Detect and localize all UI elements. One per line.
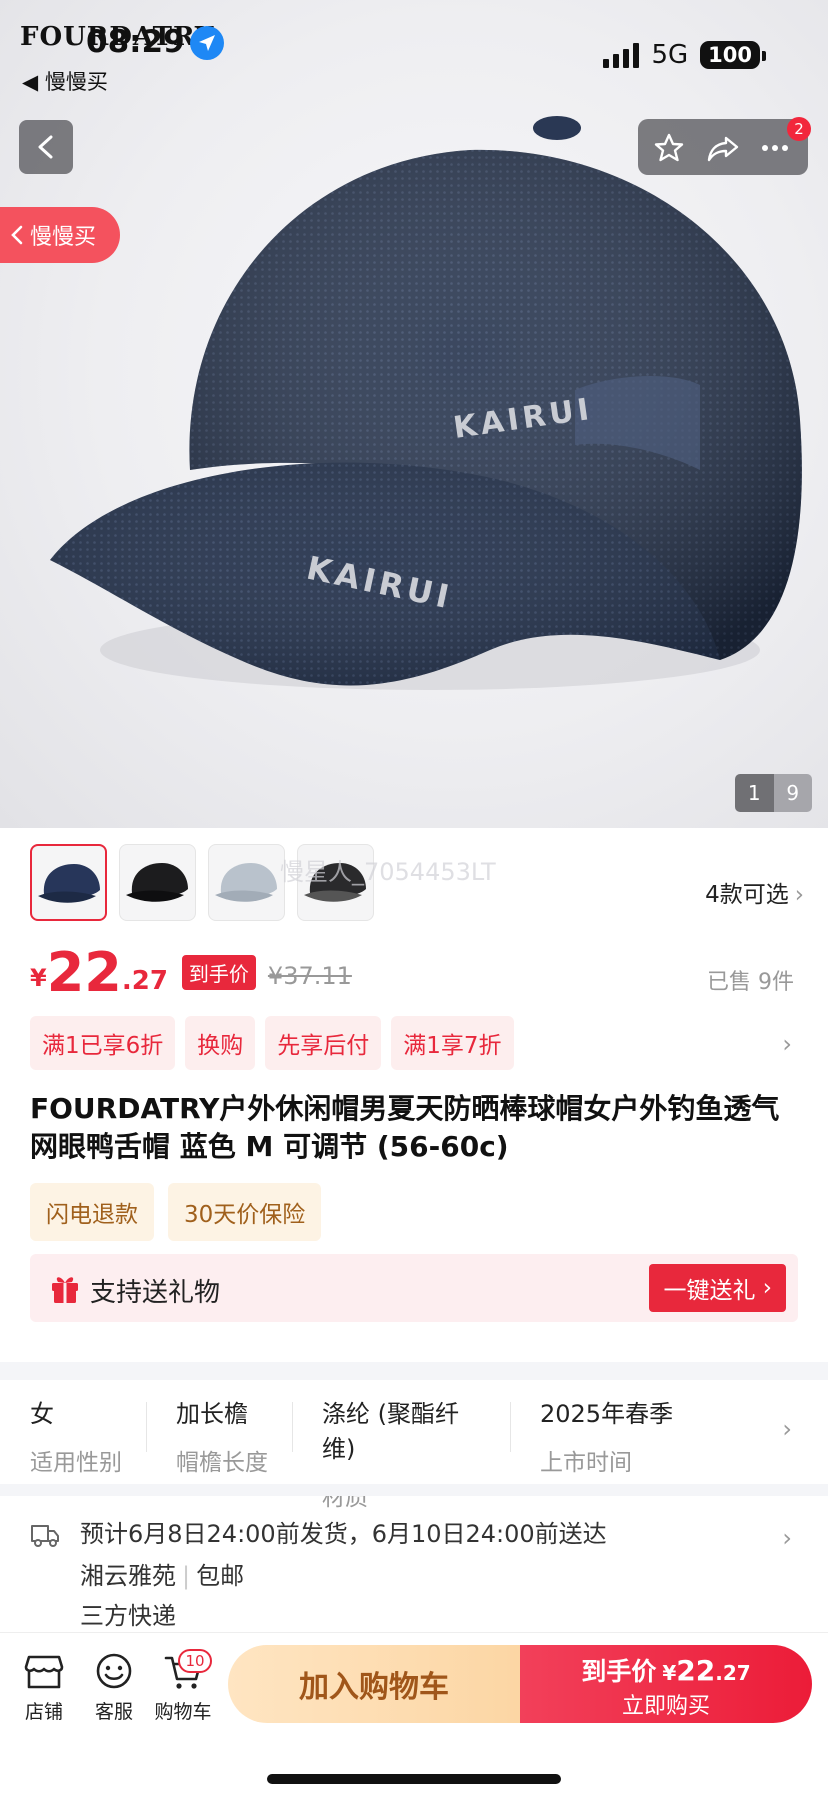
chevron-right-icon: ›: [794, 882, 804, 908]
buy-now-label: 立即购买: [621, 1694, 710, 1719]
attribute-key: 上市时间: [540, 1450, 632, 1476]
send-gift-label: 一键送礼: [663, 1278, 756, 1304]
variant-count-label: 4款可选: [705, 882, 789, 908]
message-badge: 2: [787, 117, 811, 141]
attribute-item: 女 适用性别: [0, 1382, 146, 1482]
cap-thumb-image: [126, 863, 188, 902]
final-price-tag: 到手价: [181, 955, 256, 990]
price-row: ¥ 22 .27 到手价 ¥37.11: [30, 946, 352, 1000]
shop-button[interactable]: 店铺: [12, 1653, 76, 1724]
original-price: ¥37.11: [267, 962, 352, 990]
send-gift-button[interactable]: 一键送礼 ›: [649, 1264, 786, 1312]
more-icon[interactable]: [758, 131, 792, 165]
attribute-value: 女: [30, 1400, 54, 1428]
attribute-strip[interactable]: 女 适用性别 加长檐 帽檐长度 涤纶 (聚酯纤维) 材质 2025年春季 上市时…: [0, 1382, 828, 1511]
cart-count-badge: 10: [178, 1649, 212, 1673]
variant-selector[interactable]: 4款可选 ›: [705, 875, 804, 909]
chevron-right-icon[interactable]: ›: [782, 1030, 792, 1058]
product-image[interactable]: KAIRUI KAIRUI FOURDATRY 08:29 5G 100 ◀ 慢…: [0, 0, 828, 828]
truck-icon: [31, 1525, 59, 1547]
delivery-origin-row: 湘云雅苑 | 包邮: [80, 1556, 244, 1591]
home-indicator: [267, 1774, 561, 1784]
attribute-value: 2025年春季: [540, 1400, 674, 1428]
buy-price-decimal: .27: [715, 1661, 751, 1685]
shipping-fee: 包邮: [196, 1562, 245, 1590]
back-button[interactable]: [19, 120, 73, 174]
variant-thumb-navy[interactable]: [30, 844, 107, 921]
promo-tag[interactable]: 换购: [185, 1016, 256, 1070]
buy-price-integer: 22: [676, 1654, 716, 1687]
share-icon[interactable]: [706, 131, 740, 165]
variant-thumb-black[interactable]: [119, 844, 196, 921]
chevron-right-icon[interactable]: ›: [782, 1524, 792, 1552]
cap-thumb-image: [215, 863, 277, 902]
smiley-chat-icon: [96, 1653, 132, 1689]
service-tag[interactable]: 30天价保险: [168, 1183, 322, 1241]
service-label: 客服: [94, 1701, 133, 1723]
status-time: 08:29: [86, 24, 185, 60]
section-divider: [0, 1362, 828, 1380]
cap-thumb-image: [38, 864, 100, 903]
back-to-app-link[interactable]: ◀ 慢慢买: [22, 66, 108, 96]
buy-price-prefix: 到手价: [581, 1657, 657, 1686]
courier: 三方快递: [80, 1602, 176, 1630]
ship-from: 湘云雅苑: [80, 1562, 176, 1590]
product-title: FOURDATRY户外休闲帽男夏天防晒棒球帽女户外钓鱼透气网眼鸭舌帽 蓝色 M …: [30, 1092, 780, 1163]
bottom-action-bar: 店铺 客服 购物车 10 加入购物车 到手价 ¥22.27 立即购买: [0, 1632, 828, 1795]
promo-tag[interactable]: 满1已享6折: [30, 1016, 176, 1070]
gift-text: 支持送礼物: [90, 1278, 221, 1308]
manmanmai-pill-button[interactable]: 慢慢买: [0, 207, 120, 263]
location-arrow-icon: [190, 26, 224, 60]
attribute-value: 涤纶 (聚酯纤维): [322, 1400, 459, 1463]
gallery-current: 1: [735, 774, 774, 812]
battery-indicator: 100: [700, 41, 766, 69]
network-type: 5G: [651, 40, 689, 70]
chevron-right-icon[interactable]: ›: [782, 1415, 792, 1443]
gift-icon: [52, 1277, 78, 1303]
customer-service-button[interactable]: 客服: [82, 1653, 146, 1724]
chevron-left-icon: [11, 225, 23, 245]
star-icon[interactable]: [652, 131, 686, 165]
variant-thumb-light-gray[interactable]: [208, 844, 285, 921]
delivery-estimate: 预计6月8日24:00前发货，6月10日24:00前送达: [80, 1520, 607, 1548]
shop-icon: [24, 1655, 64, 1689]
service-tags: 闪电退款 30天价保险: [30, 1183, 322, 1241]
service-tag[interactable]: 闪电退款: [30, 1183, 154, 1241]
delivery-info[interactable]: 预计6月8日24:00前发货，6月10日24:00前送达 湘云雅苑 | 包邮 三方快…: [0, 1492, 828, 1642]
price-decimal: .27: [121, 966, 168, 996]
shop-label: 店铺: [24, 1701, 63, 1723]
price-integer: 22: [46, 941, 122, 1004]
chevron-left-icon: [38, 135, 53, 159]
status-indicators: 5G 100: [603, 40, 766, 70]
attribute-key: 适用性别: [30, 1450, 122, 1476]
cart-label: 购物车: [154, 1701, 212, 1723]
promo-tag[interactable]: 先享后付: [265, 1016, 382, 1070]
promo-tag[interactable]: 满1享7折: [391, 1016, 514, 1070]
add-to-cart-button[interactable]: 加入购物车: [228, 1645, 520, 1723]
attribute-item: 涤纶 (聚酯纤维) 材质: [292, 1382, 510, 1511]
attribute-value: 加长檐: [176, 1400, 248, 1428]
attribute-item: 2025年春季 上市时间: [510, 1382, 740, 1482]
pill-label: 慢慢买: [30, 225, 97, 250]
attribute-item: 加长檐 帽檐长度: [146, 1382, 292, 1482]
sold-count: 已售 9件: [707, 970, 794, 995]
buy-now-button[interactable]: 到手价 ¥22.27 立即购买: [520, 1645, 812, 1723]
signal-icon: [603, 42, 640, 68]
divider: |: [182, 1562, 191, 1590]
promo-tags[interactable]: 满1已享6折 换购 先享后付 满1享7折: [30, 1016, 514, 1070]
buy-price-line: 到手价 ¥22.27: [520, 1652, 812, 1688]
buy-currency: ¥: [662, 1661, 677, 1685]
top-actions: [638, 119, 808, 175]
currency-symbol: ¥: [30, 964, 47, 992]
attribute-key: 帽檐长度: [176, 1450, 268, 1476]
gallery-total: 9: [773, 774, 812, 812]
gallery-counter: 1 9: [735, 774, 812, 812]
user-watermark: 慢星人_7054453LT: [280, 858, 496, 886]
gift-banner[interactable]: 支持送礼物 一键送礼 ›: [30, 1254, 798, 1322]
